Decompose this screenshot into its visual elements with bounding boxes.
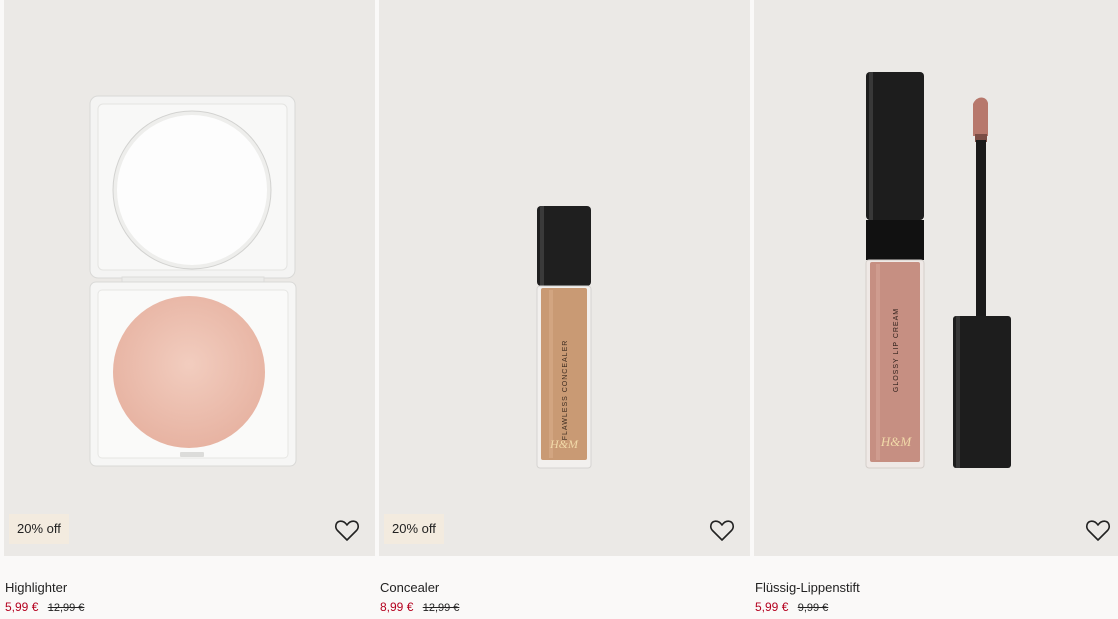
product-image-liquid-lipstick[interactable]: GLOSSY LIP CREAM H&M: [754, 0, 1118, 556]
product-prices: 8,99 € 12,99 €: [380, 600, 459, 614]
product-prices: 5,99 € 12,99 €: [5, 600, 84, 614]
package-label: GLOSSY LIP CREAM: [893, 308, 900, 392]
original-price: 12,99 €: [422, 602, 460, 614]
discount-badge: 20% off: [384, 514, 444, 544]
sale-price: 8,99 €: [380, 600, 414, 614]
package-label: FLAWLESS CONCEALER: [562, 340, 569, 441]
heart-icon[interactable]: [708, 516, 736, 544]
brand-logo: H&M: [880, 434, 913, 449]
product-name[interactable]: Flüssig-Lippenstift: [755, 580, 860, 595]
brand-logo: H&M: [549, 437, 579, 451]
product-name[interactable]: Highlighter: [5, 580, 67, 595]
product-image-concealer[interactable]: FLAWLESS CONCEALER H&M: [379, 0, 750, 556]
product-name[interactable]: Concealer: [380, 580, 439, 595]
heart-icon[interactable]: [1084, 516, 1112, 544]
sale-price: 5,99 €: [755, 600, 789, 614]
original-price: 12,99 €: [47, 602, 85, 614]
sale-price: 5,99 €: [5, 600, 39, 614]
original-price: 9,99 €: [797, 602, 829, 614]
heart-icon[interactable]: [333, 516, 361, 544]
product-image-highlighter[interactable]: [4, 0, 375, 556]
product-prices: 5,99 € 9,99 €: [755, 600, 828, 614]
discount-badge: 20% off: [9, 514, 69, 544]
